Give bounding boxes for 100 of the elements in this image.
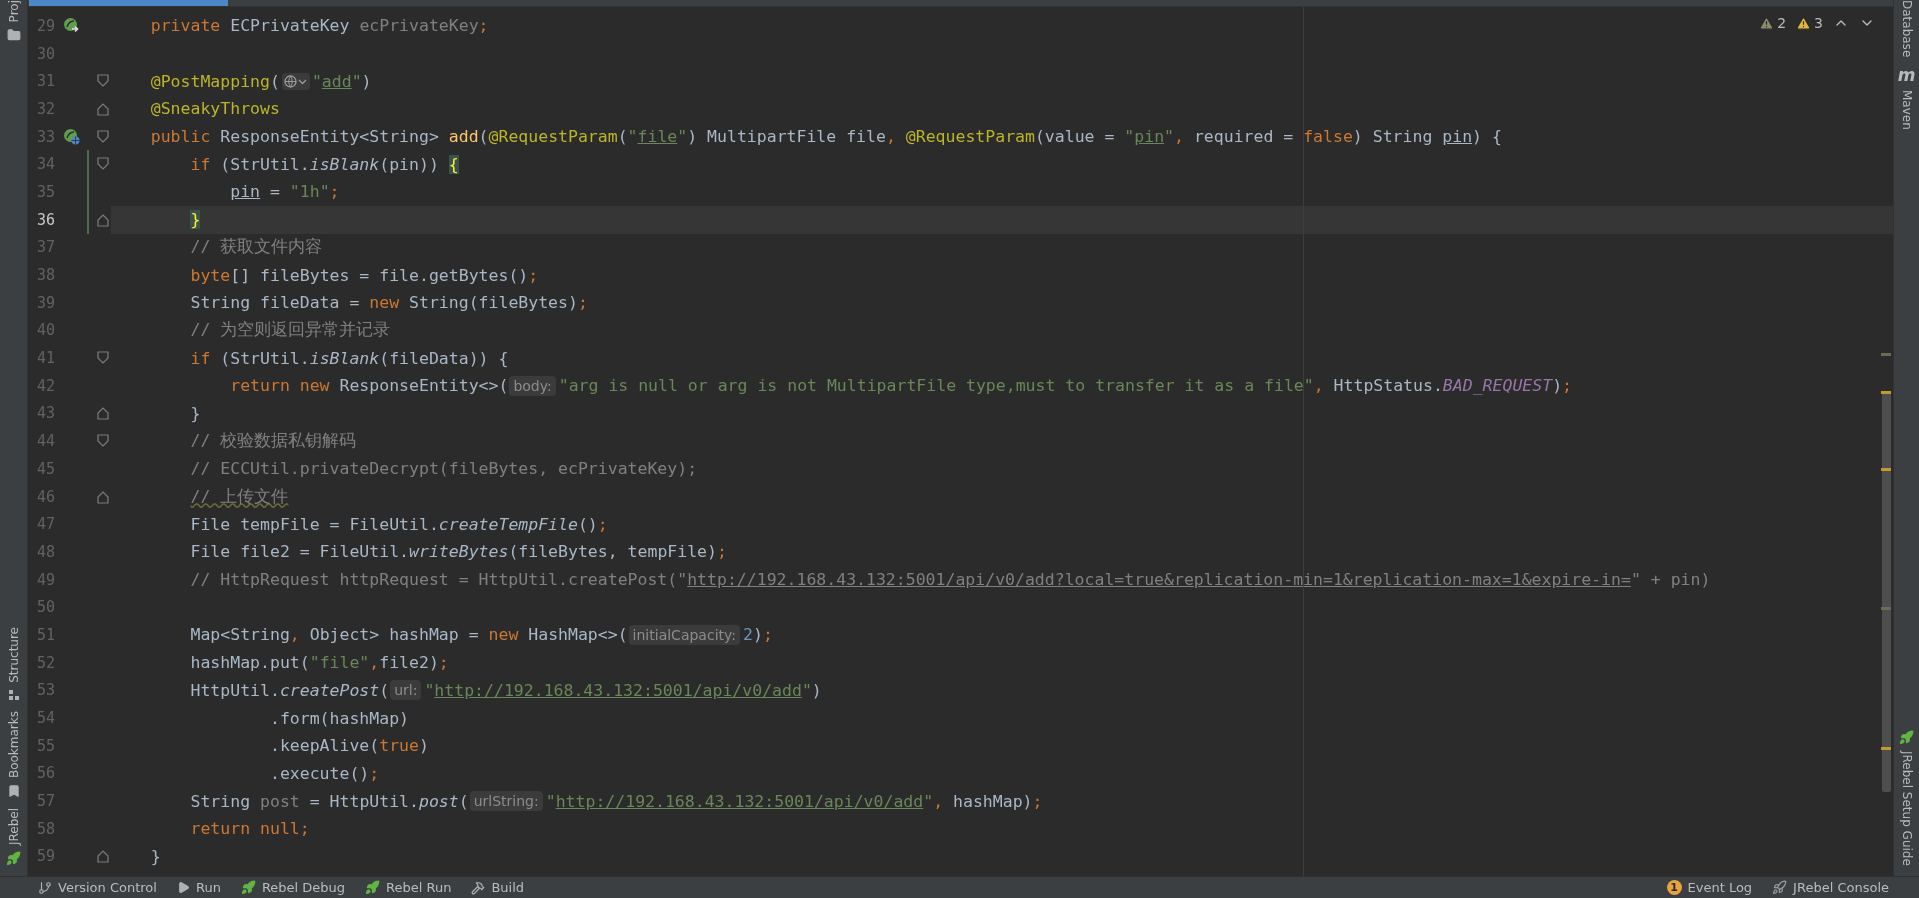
- code-text: // 为空则返回异常并记录: [189, 319, 391, 342]
- tool-window-button[interactable]: Structure: [6, 627, 21, 701]
- tool-window-button[interactable]: JRebel Console: [1772, 880, 1889, 895]
- tool-window-button[interactable]: Proj: [6, 0, 21, 43]
- line-number: 31: [36, 72, 56, 91]
- line-number: 58: [36, 819, 56, 838]
- line-number: 47: [36, 515, 56, 534]
- fold-marker-icon[interactable]: [97, 157, 109, 172]
- tool-window-button[interactable]: m Maven: [1897, 67, 1916, 131]
- line-number: 50: [36, 598, 56, 617]
- code-text: byte[] fileBytes = file.getBytes();: [189, 265, 539, 285]
- code-text: return null;: [189, 819, 310, 839]
- code-text: // HttpRequest httpRequest = HttpUtil.createPost("http://192.168.43.132:5001/api/v0/add?local=true&replication-min=1&replication-max=1&expire-in=" + pin): [189, 570, 1711, 590]
- line-number: 51: [36, 625, 56, 644]
- line-number: 49: [36, 570, 56, 589]
- warning-count[interactable]: 3: [1814, 15, 1823, 31]
- line-number: 40: [36, 321, 56, 340]
- code-text: hashMap.put("file",file2);: [189, 653, 449, 673]
- line-number: 52: [36, 653, 56, 672]
- fold-marker-icon[interactable]: [97, 101, 109, 116]
- line-number: 57: [36, 792, 56, 811]
- code-text: .execute();: [268, 763, 380, 783]
- code-text: @SneakyThrows: [149, 99, 280, 119]
- fold-marker-icon[interactable]: [97, 406, 109, 421]
- tool-window-button[interactable]: Database: [1899, 0, 1914, 58]
- fold-marker-icon[interactable]: [97, 351, 109, 366]
- line-number: 39: [36, 293, 56, 312]
- code-text: }: [149, 846, 161, 866]
- tool-window-button[interactable]: 1 Event Log: [1666, 880, 1753, 895]
- play-icon: [176, 881, 190, 894]
- fold-marker-icon[interactable]: [97, 212, 109, 227]
- code-text: // 校验数据私钥解码: [189, 430, 357, 453]
- line-number: 29: [36, 16, 56, 35]
- code-text: .keepAlive(true): [268, 736, 429, 756]
- line-number: 59: [36, 847, 56, 866]
- line-number: 33: [36, 127, 56, 146]
- rocket-icon: [1772, 880, 1788, 895]
- fold-marker-icon[interactable]: [97, 434, 109, 449]
- rocket-icon: [365, 880, 381, 895]
- rocket-icon: [6, 851, 21, 866]
- code-text: public ResponseEntity<String> add(@RequestParam("file") MultipartFile file, @RequestParam(value = "pin", required = false) String pin) {: [149, 127, 1502, 147]
- line-number: 53: [36, 681, 56, 700]
- warning-count[interactable]: 2: [1777, 15, 1787, 31]
- code-text: "http://192.168.43.132:5001/api/v0/add", hashMap);: [545, 791, 1043, 811]
- folder-icon: [6, 28, 21, 43]
- branch-icon: [38, 880, 52, 895]
- tool-window-button[interactable]: Rebel Run: [365, 880, 452, 895]
- line-number: 46: [36, 487, 56, 506]
- code-text: return new ResponseEntity<>(: [229, 376, 509, 396]
- parameter-hint: body:: [509, 375, 556, 396]
- globe-dropdown-icon[interactable]: [281, 72, 310, 90]
- fold-marker-icon[interactable]: [97, 849, 109, 864]
- code-text: 2);: [743, 625, 773, 645]
- code-text: .form(hashMap): [268, 708, 410, 728]
- line-number: 45: [36, 459, 56, 478]
- line-number: 38: [36, 266, 56, 285]
- rocket-icon: [240, 880, 256, 895]
- code-text: }: [189, 403, 201, 423]
- line-number: 54: [36, 709, 56, 728]
- tool-window-button[interactable]: Build: [471, 880, 525, 895]
- fold-marker-icon[interactable]: [97, 129, 109, 144]
- line-number: 30: [36, 44, 56, 63]
- fold-marker-icon[interactable]: [97, 74, 109, 89]
- tool-window-button[interactable]: Bookmarks: [6, 710, 21, 798]
- line-number: 56: [36, 764, 56, 783]
- warning-icon[interactable]: [1759, 15, 1775, 31]
- rocket-icon: [1899, 730, 1914, 746]
- code-text: private ECPrivateKey ecPrivateKey;: [149, 16, 489, 36]
- line-number: 32: [36, 99, 56, 118]
- leaf-globe-icon[interactable]: [62, 128, 80, 146]
- code-text: // 上传文件: [189, 485, 289, 508]
- code-text: HttpUtil.createPost(: [189, 680, 390, 700]
- code-text: @PostMapping(: [149, 71, 280, 91]
- code-text: pin = "1h";: [229, 182, 340, 202]
- code-text: if (StrUtil.isBlank(fileData)) {: [189, 348, 509, 368]
- line-number: 41: [36, 349, 56, 368]
- code-text: String post = HttpUtil.post(: [189, 791, 469, 811]
- code-text: }: [189, 210, 201, 230]
- line-number: 36: [36, 210, 56, 229]
- tool-window-button[interactable]: Rebel Debug: [240, 880, 346, 895]
- code-text: "add"): [311, 71, 372, 91]
- line-number: 43: [36, 404, 56, 423]
- notification-badge: 1: [1666, 880, 1682, 895]
- warning-icon[interactable]: [1796, 15, 1812, 31]
- parameter-hint: initialCapacity:: [628, 624, 740, 645]
- code-text: String fileData = new String(fileBytes);: [189, 293, 588, 313]
- code-text: Map<String, Object> hashMap = new HashMap<>(: [189, 625, 628, 645]
- line-number: 48: [36, 542, 56, 561]
- line-number: 44: [36, 432, 56, 451]
- parameter-hint: urlString:: [469, 791, 543, 812]
- line-number: 35: [36, 182, 56, 201]
- tool-window-button[interactable]: Run: [176, 880, 221, 895]
- tool-window-button[interactable]: JRebel Setup Guide: [1899, 730, 1914, 866]
- code-text: if (StrUtil.isBlank(pin)) {: [189, 154, 459, 174]
- tool-window-button[interactable]: Version Control: [38, 880, 157, 895]
- parameter-hint: url:: [390, 680, 422, 701]
- code-text: // ECCUtil.privateDecrypt(fileBytes, ecPrivateKey);: [189, 459, 698, 479]
- line-number: 34: [36, 155, 56, 174]
- tool-window-button[interactable]: JRebel: [6, 807, 21, 866]
- fold-marker-icon[interactable]: [97, 489, 109, 504]
